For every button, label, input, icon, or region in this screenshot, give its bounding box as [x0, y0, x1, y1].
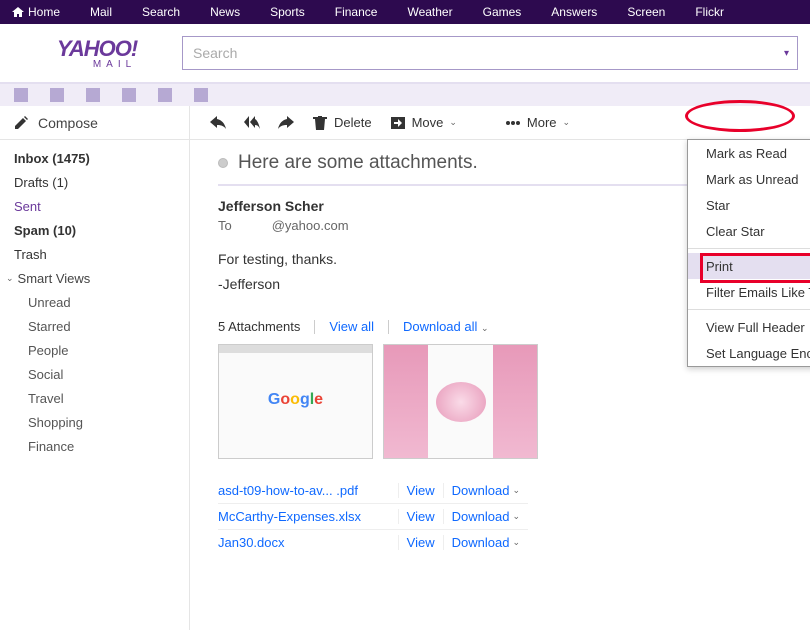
calendar-icon[interactable] [86, 88, 100, 102]
mail-icon[interactable] [14, 88, 28, 102]
smart-travel[interactable]: Travel [0, 386, 189, 410]
messenger-icon[interactable] [158, 88, 172, 102]
file-view-link[interactable]: View [398, 483, 443, 498]
menu-clear-star[interactable]: Clear StarShift+L [688, 218, 810, 244]
more-button[interactable]: More ⌄ [505, 115, 570, 130]
view-all-link[interactable]: View all [329, 319, 374, 334]
nav-search[interactable]: Search [142, 5, 180, 19]
file-name-link[interactable]: asd-t09-how-to-av... .pdf [218, 483, 398, 498]
smart-starred[interactable]: Starred [0, 314, 189, 338]
delete-button[interactable]: Delete [312, 115, 372, 130]
news-icon[interactable] [194, 88, 208, 102]
search-input[interactable]: Search ▾ [182, 36, 798, 70]
header: YAHOO! MAIL Search ▾ [0, 24, 810, 84]
file-row: McCarthy-Expenses.xlsx View Download⌄ [218, 503, 528, 529]
file-row: asd-t09-how-to-av... .pdf View Download⌄ [218, 477, 528, 503]
more-icon [505, 116, 521, 130]
to-label: To [218, 218, 232, 233]
attachment-count: 5 Attachments [218, 319, 300, 334]
to-address[interactable]: @yahoo.com [272, 218, 349, 233]
nav-sports[interactable]: Sports [270, 5, 305, 19]
menu-encoding[interactable]: Set Language Encoding... [688, 340, 810, 366]
menu-full-header[interactable]: View Full Header [688, 314, 810, 340]
chevron-down-icon: ⌄ [481, 323, 489, 333]
trash-icon [312, 116, 328, 130]
nav-weather[interactable]: Weather [407, 5, 452, 19]
chevron-down-icon: ⌄ [512, 511, 520, 522]
chevron-down-icon: ⌄ [6, 273, 14, 284]
nav-mail[interactable]: Mail [90, 5, 112, 19]
nav-answers[interactable]: Answers [551, 5, 597, 19]
smart-shopping[interactable]: Shopping [0, 410, 189, 434]
logo-product: MAIL [93, 59, 136, 70]
chevron-down-icon: ⌄ [449, 117, 457, 128]
file-download-link[interactable]: Download⌄ [443, 483, 528, 498]
notes-icon[interactable] [122, 88, 136, 102]
reply-all-icon[interactable] [244, 116, 260, 130]
menu-print[interactable]: PrintP [688, 253, 810, 279]
smart-finance[interactable]: Finance [0, 434, 189, 458]
chevron-down-icon[interactable]: ▾ [784, 48, 789, 59]
folder-drafts[interactable]: Drafts (1) [0, 170, 189, 194]
pencil-icon [14, 116, 28, 130]
smart-social[interactable]: Social [0, 362, 189, 386]
nav-finance[interactable]: Finance [335, 5, 378, 19]
file-view-link[interactable]: View [398, 535, 443, 550]
nav-screen[interactable]: Screen [627, 5, 665, 19]
file-name-link[interactable]: Jan30.docx [218, 535, 398, 550]
top-nav: Home Mail Search News Sports Finance Wea… [0, 0, 810, 24]
folder-spam[interactable]: Spam (10) [0, 218, 189, 242]
menu-separator [688, 248, 810, 249]
file-row: Jan30.docx View Download⌄ [218, 529, 528, 555]
folder-move-icon [390, 116, 406, 130]
reply-icon[interactable] [210, 116, 226, 130]
file-download-link[interactable]: Download⌄ [443, 535, 528, 550]
more-menu: Mark as ReadK Mark as UnreadShift+K Star… [687, 139, 810, 367]
main-pane: Delete Move ⌄ More ⌄ Here are some attac… [190, 106, 810, 630]
menu-star[interactable]: StarL [688, 192, 810, 218]
contacts-icon[interactable] [50, 88, 64, 102]
nav-home[interactable]: Home [12, 5, 60, 19]
home-icon [12, 7, 24, 17]
menu-separator [688, 309, 810, 310]
attachment-file-list: asd-t09-how-to-av... .pdf View Download⌄… [218, 477, 528, 555]
menu-mark-read[interactable]: Mark as ReadK [688, 140, 810, 166]
folder-sent[interactable]: Sent [0, 194, 189, 218]
folder-list: Inbox (1475) Drafts (1) Sent Spam (10) T… [0, 140, 189, 458]
compose-button[interactable]: Compose [0, 106, 189, 140]
nav-flickr[interactable]: Flickr [695, 5, 724, 19]
forward-icon[interactable] [278, 116, 294, 130]
menu-mark-unread[interactable]: Mark as UnreadShift+K [688, 166, 810, 192]
icon-bar [0, 84, 810, 106]
folder-trash[interactable]: Trash [0, 242, 189, 266]
file-download-link[interactable]: Download⌄ [443, 509, 528, 524]
message-toolbar: Delete Move ⌄ More ⌄ [190, 106, 810, 140]
sidebar: Compose Inbox (1475) Drafts (1) Sent Spa… [0, 106, 190, 630]
nav-games[interactable]: Games [483, 5, 522, 19]
file-name-link[interactable]: McCarthy-Expenses.xlsx [218, 509, 398, 524]
unread-dot-icon [218, 158, 228, 168]
smart-unread[interactable]: Unread [0, 290, 189, 314]
logo[interactable]: YAHOO! MAIL [12, 36, 182, 70]
smart-people[interactable]: People [0, 338, 189, 362]
file-view-link[interactable]: View [398, 509, 443, 524]
chevron-down-icon: ⌄ [563, 117, 571, 128]
attachment-thumb[interactable] [383, 344, 538, 459]
attachment-thumb[interactable]: Google [218, 344, 373, 459]
search-placeholder: Search [193, 45, 237, 61]
download-all-link[interactable]: Download all ⌄ [403, 319, 489, 334]
move-button[interactable]: Move ⌄ [390, 115, 457, 130]
smart-views-toggle[interactable]: ⌄Smart Views [0, 266, 189, 290]
chevron-down-icon: ⌄ [512, 485, 520, 496]
menu-filter[interactable]: Filter Emails Like This... [688, 279, 810, 305]
folder-inbox[interactable]: Inbox (1475) [0, 146, 189, 170]
nav-news[interactable]: News [210, 5, 240, 19]
chevron-down-icon: ⌄ [512, 537, 520, 548]
subject-text: Here are some attachments. [238, 152, 478, 174]
